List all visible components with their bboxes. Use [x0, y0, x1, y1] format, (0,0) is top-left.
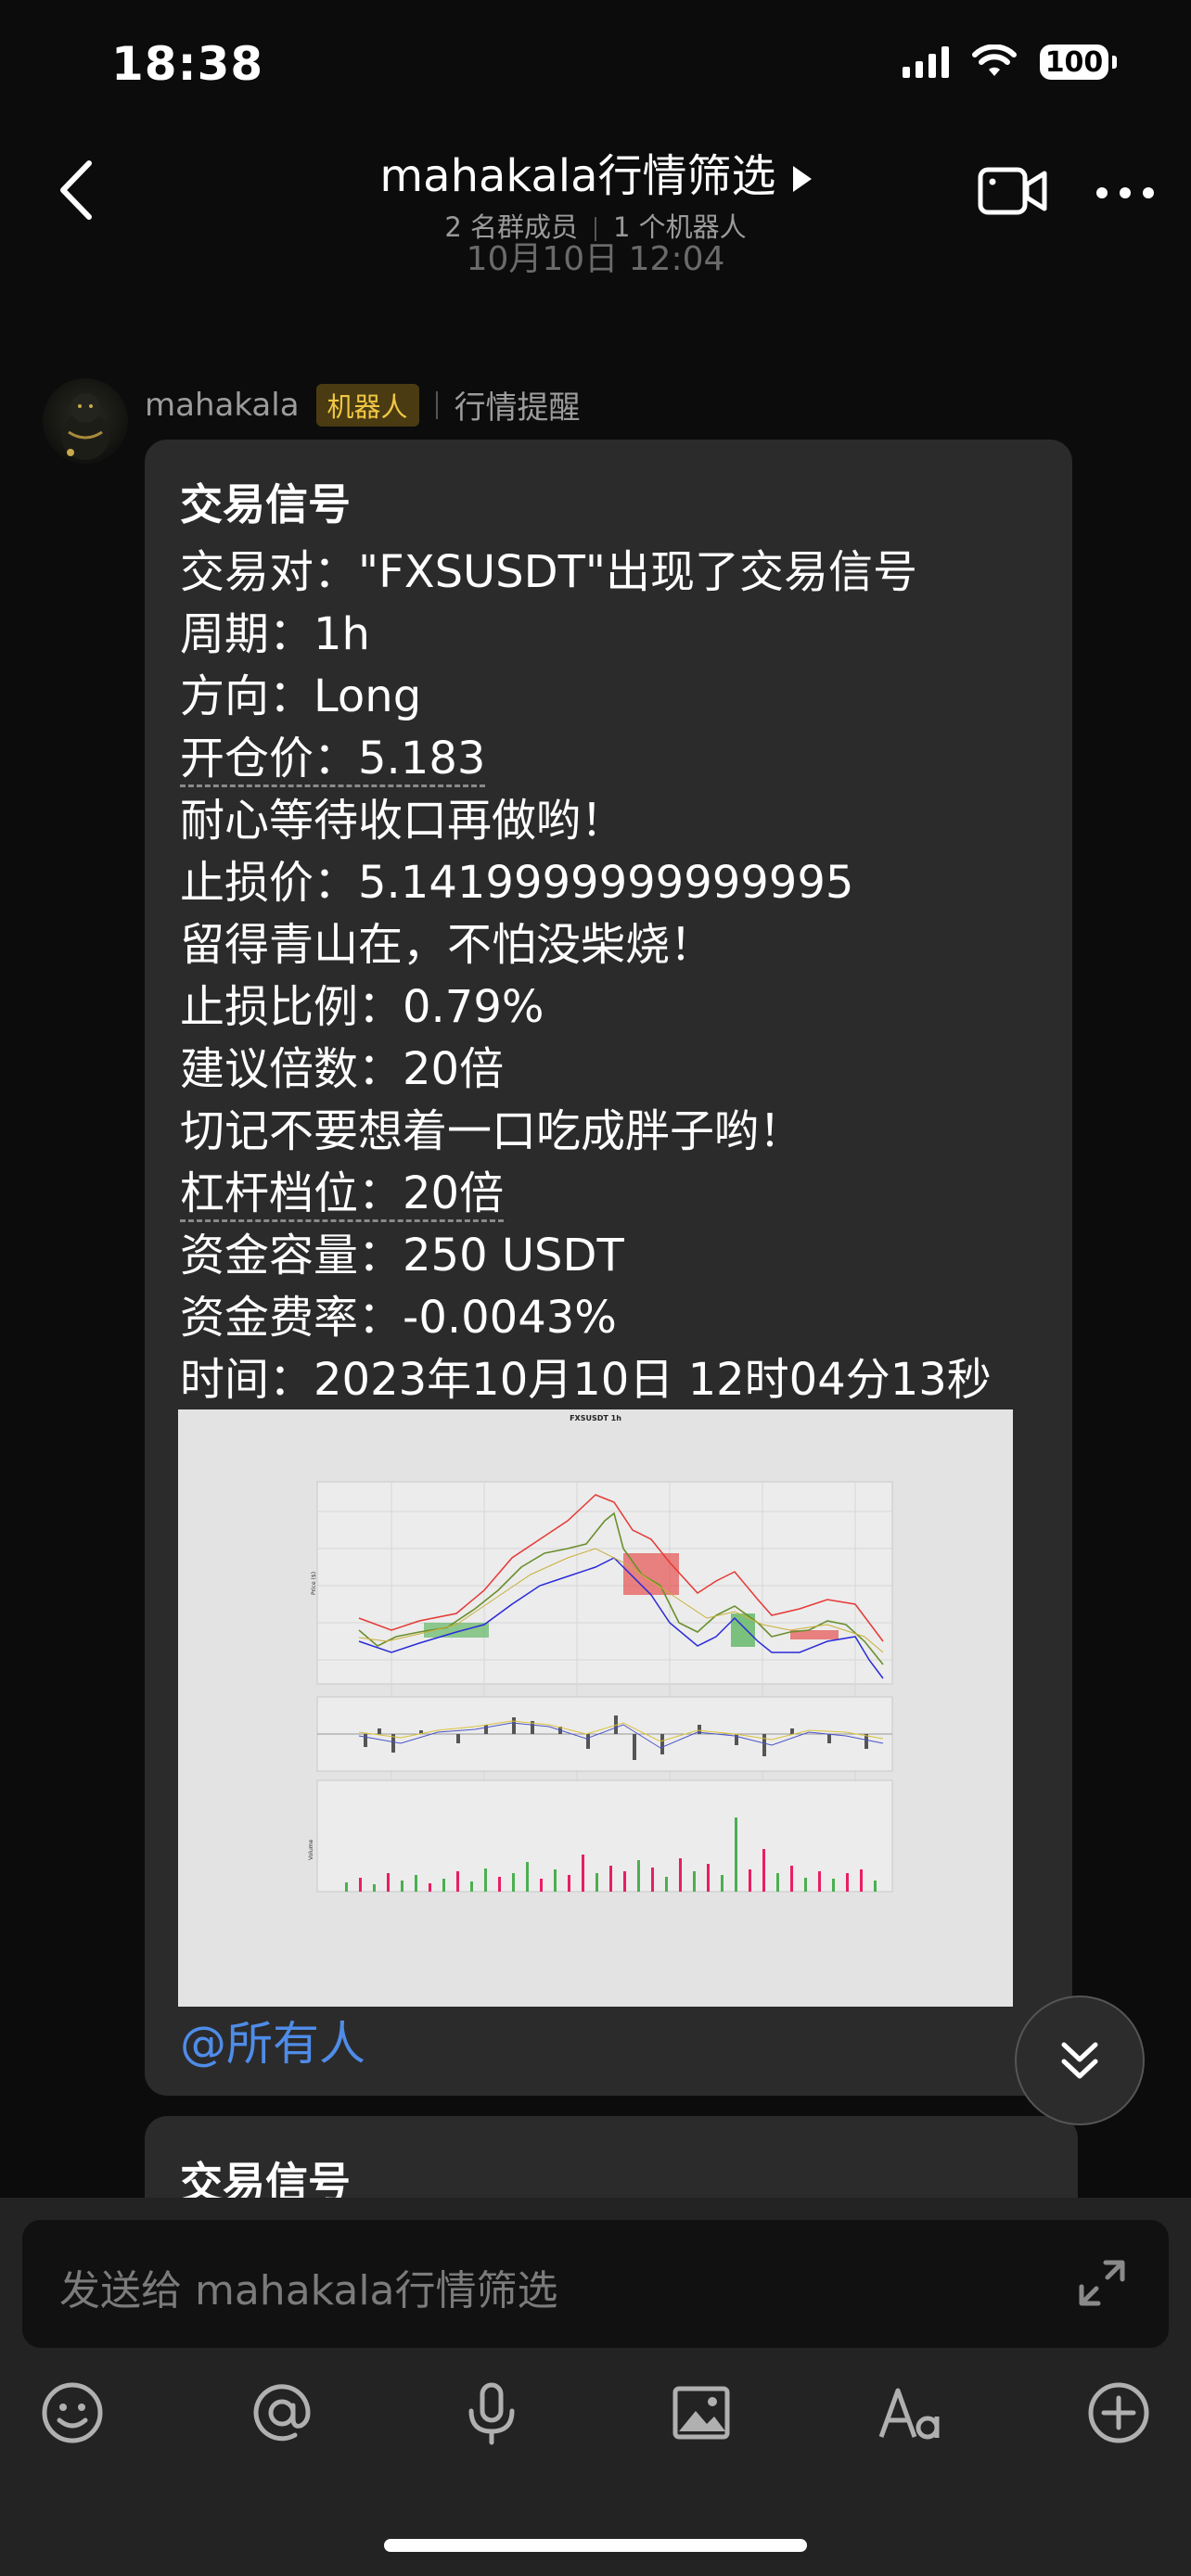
more-icon[interactable]: [1095, 185, 1156, 200]
home-indicator[interactable]: [384, 2539, 807, 2552]
status-icons: 100: [903, 45, 1117, 80]
message-line: 方向：Long: [180, 670, 422, 722]
sender-name[interactable]: mahakala: [145, 387, 300, 424]
message-line: 切记不要想着一口吃成胖子哟！: [180, 1105, 804, 1157]
message-line: 耐心等待收口再做哟！: [180, 795, 626, 847]
expand-icon[interactable]: [1074, 2255, 1130, 2311]
at-icon[interactable]: [249, 2379, 315, 2446]
avatar[interactable]: [43, 378, 128, 464]
cellular-signal-icon: [903, 46, 949, 78]
message-line: 开仓价：5.183: [180, 728, 992, 790]
add-icon[interactable]: [1085, 2379, 1152, 2446]
message-line-text[interactable]: 开仓价：5.183: [180, 733, 486, 787]
battery-tip: [1112, 56, 1117, 69]
chart-title: FXSUSDT 1h: [570, 1414, 621, 1422]
battery-icon: 100: [1040, 45, 1108, 80]
chat-title-text: mahakala行情筛选: [379, 150, 776, 202]
video-call-icon[interactable]: [978, 162, 1048, 220]
message-line: 杠杆档位：20倍: [180, 1163, 992, 1225]
message-line: 止损价：5.1419999999999995: [180, 857, 854, 909]
microphone-icon[interactable]: [458, 2379, 525, 2446]
image-icon[interactable]: [668, 2379, 735, 2446]
message-line: 止损比例：0.79%: [180, 981, 544, 1033]
wifi-icon: [972, 45, 1017, 76]
date-separator: 10月10日 12:04: [466, 240, 725, 273]
scroll-to-bottom-button[interactable]: [1015, 1996, 1145, 2125]
message-line: 资金费率：-0.0043%: [180, 1292, 617, 1344]
message-line: 建议倍数：20倍: [180, 1043, 505, 1095]
chart-volume-label: Volume: [308, 1839, 314, 1860]
message-line: 资金容量：250 USDT: [180, 1230, 624, 1282]
mention-all[interactable]: @所有人: [180, 2007, 365, 2073]
sender-tag: 行情提醒: [454, 389, 581, 427]
chart-image[interactable]: FXSUSDT 1h Price ($) Volume: [178, 1409, 1013, 2007]
message-line-text[interactable]: 杠杆档位：20倍: [180, 1167, 505, 1222]
status-time: 18:38: [111, 37, 264, 91]
message-input-placeholder: 发送给 mahakala行情筛选: [59, 2267, 558, 2315]
sender-row: mahakala 机器人 行情提醒: [145, 382, 581, 427]
bot-badge: 机器人: [315, 383, 419, 427]
emoji-icon[interactable]: [39, 2379, 106, 2446]
message-line: 交易对："FXSUSDT"出现了交易信号: [180, 546, 918, 598]
message-line: 时间：2023年10月10日 12时04分13秒: [180, 1354, 992, 1406]
message-body: 交易对："FXSUSDT"出现了交易信号 周期：1h 方向：Long 开仓价：5…: [180, 542, 992, 1411]
message-line: 留得青山在，不怕没柴烧！: [180, 919, 715, 971]
message-line: 周期：1h: [180, 608, 370, 660]
text-format-icon[interactable]: [877, 2379, 944, 2446]
message-title: 交易信号: [180, 479, 351, 529]
play-triangle-icon: [792, 166, 812, 192]
chart-ylabel: Price ($): [311, 1572, 317, 1595]
double-chevron-down-icon: [1061, 2042, 1098, 2079]
